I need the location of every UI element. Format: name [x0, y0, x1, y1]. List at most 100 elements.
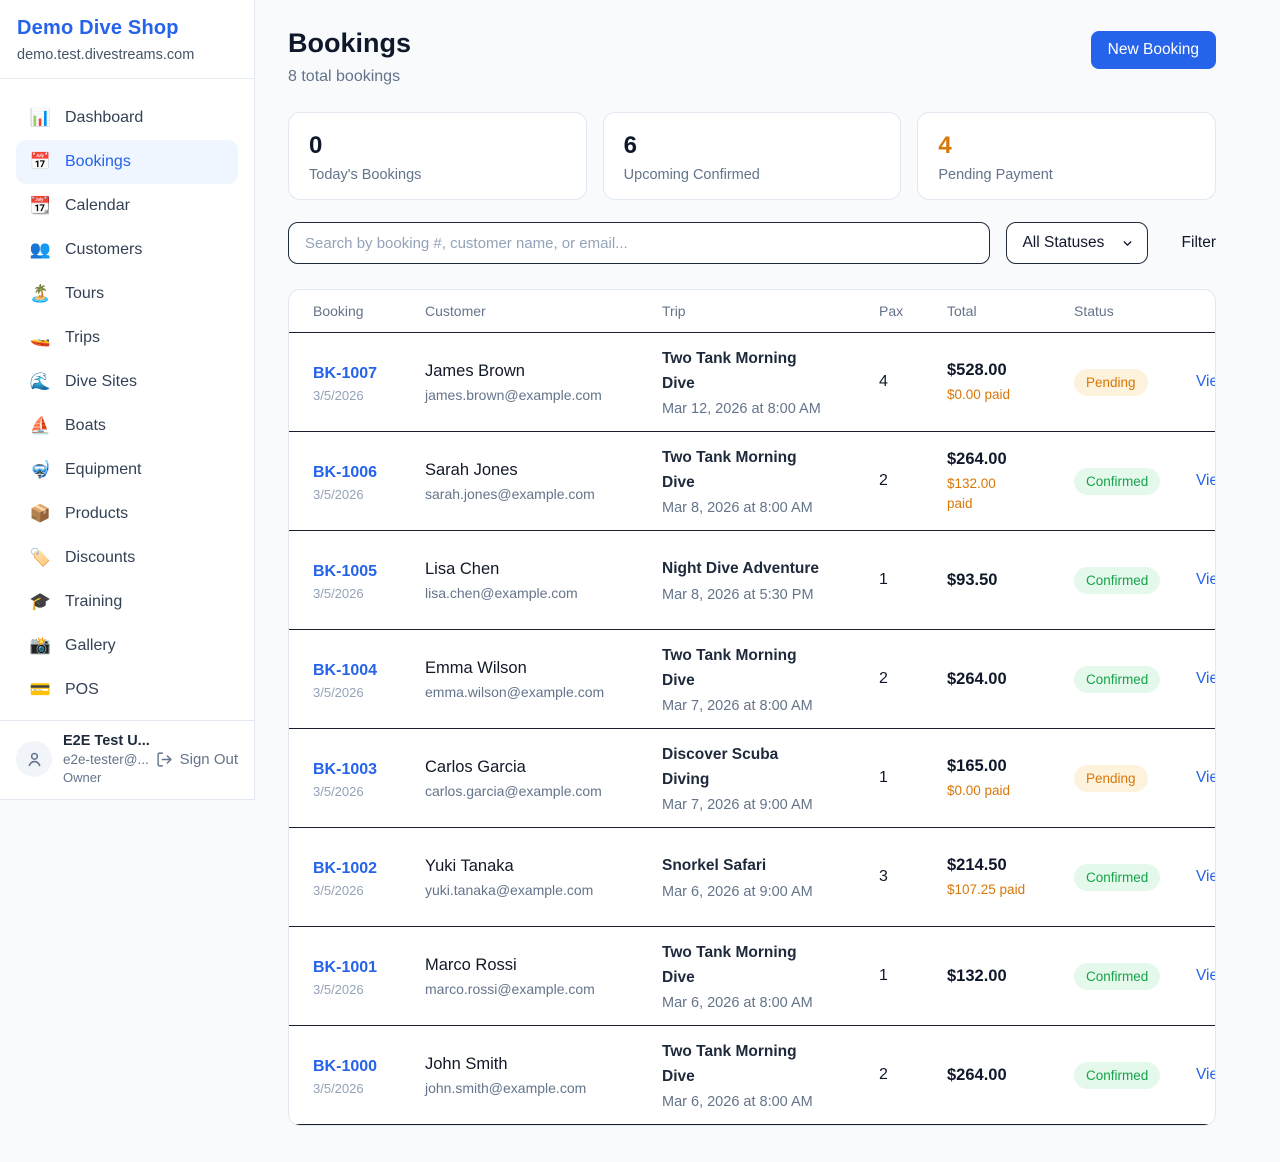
trip-datetime: Mar 6, 2026 at 8:00 AM	[662, 995, 879, 1011]
status-badge: Confirmed	[1074, 963, 1160, 990]
booking-date: 3/5/2026	[313, 685, 425, 700]
sidebar-item-label: Gallery	[65, 637, 116, 655]
sidebar-item-bookings[interactable]: 📅 Bookings	[16, 140, 238, 184]
column-header-trip: Trip	[662, 303, 879, 319]
trip-datetime: Mar 6, 2026 at 8:00 AM	[662, 1094, 879, 1110]
view-link[interactable]: View	[1196, 472, 1216, 489]
sidebar-item-label: Bookings	[65, 153, 131, 171]
amount-paid: $0.00 paid	[947, 781, 1074, 801]
column-header-booking: Booking	[313, 303, 425, 319]
customer-name: Yuki Tanaka	[425, 857, 662, 876]
customer-email: yuki.tanaka@example.com	[425, 882, 662, 898]
page-subtitle: 8 total bookings	[288, 68, 411, 86]
sidebar-item-dive-sites[interactable]: 🌊 Dive Sites	[16, 360, 238, 404]
view-link[interactable]: View	[1196, 670, 1216, 687]
booking-id-link[interactable]: BK-1002	[313, 860, 377, 877]
trip-name: Two Tank Morning Dive	[662, 941, 812, 989]
column-header-total: Total	[947, 303, 1074, 319]
customer-name: Emma Wilson	[425, 659, 662, 678]
trip-datetime: Mar 7, 2026 at 9:00 AM	[662, 797, 879, 813]
sidebar-item-products[interactable]: 📦 Products	[16, 492, 238, 536]
booking-id-link[interactable]: BK-1004	[313, 662, 377, 679]
sidebar-item-label: Products	[65, 505, 128, 523]
sidebar-item-tours[interactable]: 🏝️ Tours	[16, 272, 238, 316]
amount-paid: $132.00 paid	[947, 474, 1005, 515]
stat-label: Pending Payment	[938, 167, 1195, 183]
search-input[interactable]	[288, 222, 990, 264]
status-filter-select[interactable]: All Statuses	[1006, 222, 1147, 264]
view-link[interactable]: View	[1196, 769, 1216, 786]
customer-email: marco.rossi@example.com	[425, 981, 662, 997]
stat-card: 0 Today's Bookings	[288, 112, 587, 200]
status-badge: Confirmed	[1074, 567, 1160, 594]
stat-value: 6	[624, 132, 881, 160]
new-booking-button[interactable]: New Booking	[1091, 31, 1216, 69]
booking-id-link[interactable]: BK-1005	[313, 563, 377, 580]
customer-name: John Smith	[425, 1055, 662, 1074]
sidebar-item-label: Dive Sites	[65, 373, 137, 391]
view-link[interactable]: View	[1196, 373, 1216, 390]
customer-name: Marco Rossi	[425, 956, 662, 975]
sidebar-item-label: Trips	[65, 329, 100, 347]
booking-id-link[interactable]: BK-1000	[313, 1058, 377, 1075]
sidebar-item-boats[interactable]: ⛵ Boats	[16, 404, 238, 448]
stat-card: 4 Pending Payment	[917, 112, 1216, 200]
sign-out-button[interactable]: Sign Out	[156, 751, 238, 768]
view-link[interactable]: View	[1196, 868, 1216, 885]
amount-paid: $0.00 paid	[947, 385, 1074, 405]
sidebar-item-gallery[interactable]: 📸 Gallery	[16, 624, 238, 668]
booking-date: 3/5/2026	[313, 982, 425, 997]
table-row: BK-1001 3/5/2026 Marco Rossi marco.rossi…	[289, 927, 1215, 1026]
total-amount: $165.00	[947, 755, 1074, 777]
booking-id-link[interactable]: BK-1006	[313, 464, 377, 481]
booking-date: 3/5/2026	[313, 883, 425, 898]
booking-id-link[interactable]: BK-1001	[313, 959, 377, 976]
total-amount: $214.50	[947, 854, 1074, 876]
trip-name: Two Tank Morning Dive	[662, 644, 812, 692]
trip-name: Night Dive Adventure	[662, 557, 879, 581]
sidebar-item-calendar[interactable]: 📆 Calendar	[16, 184, 238, 228]
filter-button[interactable]: Filter	[1182, 234, 1216, 252]
calendar-bookings-icon: 📅	[29, 152, 52, 172]
sidebar-item-label: Tours	[65, 285, 104, 303]
sidebar-item-equipment[interactable]: 🤿 Equipment	[16, 448, 238, 492]
sidebar-item-dashboard[interactable]: 📊 Dashboard	[16, 96, 238, 140]
sidebar-item-discounts[interactable]: 🏷️ Discounts	[16, 536, 238, 580]
total-amount: $132.00	[947, 965, 1074, 987]
island-icon: 🏝️	[29, 284, 52, 304]
pax-count: 2	[879, 1066, 888, 1083]
status-badge: Pending	[1074, 765, 1148, 792]
bookings-table: Booking Customer Trip Pax Total Status B…	[288, 289, 1216, 1126]
customer-name: Lisa Chen	[425, 560, 662, 579]
logout-icon	[156, 751, 173, 768]
view-link[interactable]: View	[1196, 571, 1216, 588]
column-header-status: Status	[1074, 303, 1196, 319]
booking-date: 3/5/2026	[313, 784, 425, 799]
trip-name: Snorkel Safari	[662, 854, 879, 878]
pax-count: 2	[879, 472, 888, 489]
booking-id-link[interactable]: BK-1003	[313, 761, 377, 778]
sidebar-item-customers[interactable]: 👥 Customers	[16, 228, 238, 272]
view-link[interactable]: View	[1196, 1066, 1216, 1083]
customer-email: john.smith@example.com	[425, 1080, 662, 1096]
tag-icon: 🏷️	[29, 548, 52, 568]
sidebar-item-trips[interactable]: 🚤 Trips	[16, 316, 238, 360]
sidebar-item-training[interactable]: 🎓 Training	[16, 580, 238, 624]
status-filter-value: All Statuses	[1022, 234, 1104, 252]
chevron-down-icon	[1121, 237, 1134, 250]
sidebar-item-label: Equipment	[65, 461, 142, 479]
calendar-icon: 📆	[29, 196, 52, 216]
user-name: E2E Test U...	[63, 733, 145, 749]
people-icon: 👥	[29, 240, 52, 260]
user-block: E2E Test U... e2e-tester@... Owner Sign …	[0, 720, 254, 799]
table-row: BK-1004 3/5/2026 Emma Wilson emma.wilson…	[289, 630, 1215, 729]
trip-name: Two Tank Morning Dive	[662, 1040, 812, 1088]
speedboat-icon: 🚤	[29, 328, 52, 348]
view-link[interactable]: View	[1196, 967, 1216, 984]
sidebar-item-pos[interactable]: 💳 POS	[16, 668, 238, 712]
pax-count: 1	[879, 967, 888, 984]
total-amount: $264.00	[947, 1064, 1074, 1086]
booking-id-link[interactable]: BK-1007	[313, 365, 377, 382]
sidebar-nav: 📊 Dashboard 📅 Bookings 📆 Calendar 👥 Cust…	[0, 79, 254, 720]
sidebar-item-label: POS	[65, 681, 99, 699]
